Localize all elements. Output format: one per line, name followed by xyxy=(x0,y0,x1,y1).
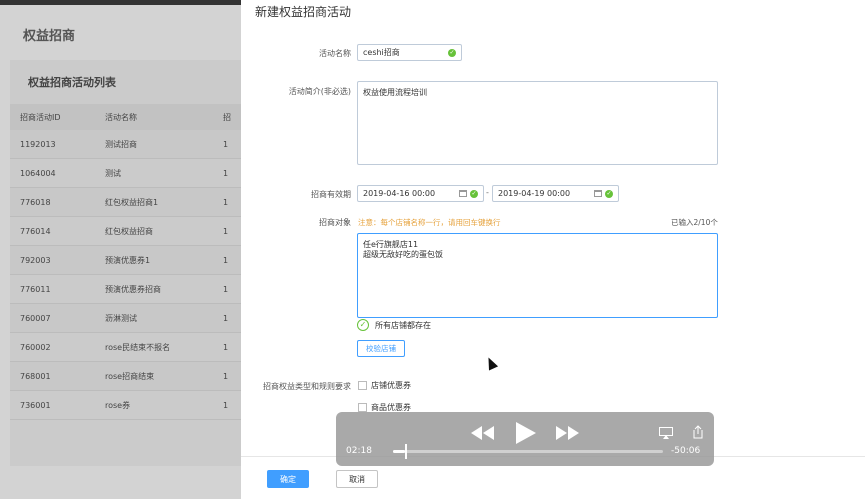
end-date-value: 2019-04-19 00:00 xyxy=(498,189,571,198)
play-icon xyxy=(516,422,536,444)
video-player-overlay: 02:18 -50:06 xyxy=(336,412,714,466)
fast-forward-icon xyxy=(556,426,579,440)
cell-name: 预演优惠券1 xyxy=(105,255,151,265)
share-button[interactable] xyxy=(691,424,705,440)
target-label: 招商对象 xyxy=(319,218,351,227)
end-date-input[interactable]: 2019-04-19 00:00 ✓ xyxy=(492,185,619,202)
remaining-time: -50:06 xyxy=(671,446,701,456)
activity-name-label: 活动名称 xyxy=(319,49,351,58)
activity-name-value: ceshi招商 xyxy=(363,48,400,57)
cell-id: 1192013 xyxy=(20,139,56,149)
cell-name: rose招商结束 xyxy=(105,371,155,381)
target-shops-textarea[interactable]: 任e行旗舰店11 超级无敌好吃的蛋包饭 xyxy=(357,233,718,318)
valid-check-icon: ✓ xyxy=(470,189,478,198)
activity-list-card: 权益招商活动列表 招商活动ID 活动名称 招 1192013 测试招商 1 10640… xyxy=(10,60,241,466)
cell-truncated: 1 xyxy=(223,226,229,236)
cell-name: rose券 xyxy=(105,400,131,410)
activity-table: 招商活动ID 活动名称 招 1192013 测试招商 1 1064004 测试 1 7760… xyxy=(10,104,241,420)
activity-list-title: 权益招商活动列表 xyxy=(28,76,116,89)
airplay-icon xyxy=(659,427,673,439)
cell-truncated: 1 xyxy=(223,139,229,149)
rules-label: 招商权益类型和规则要求 xyxy=(263,382,351,391)
activity-name-input[interactable]: ceshi招商 ✓ xyxy=(357,44,462,61)
cell-truncated: 1 xyxy=(223,313,229,323)
col-header-name: 活动名称 xyxy=(105,112,137,122)
start-date-value: 2019-04-16 00:00 xyxy=(363,189,436,198)
drawer-title: 新建权益招商活动 xyxy=(255,5,352,19)
calendar-icon xyxy=(459,190,467,197)
col-header-truncated: 招 xyxy=(223,112,231,122)
table-row: 792003 预演优惠券1 1 xyxy=(10,246,241,275)
table-row: 760007 沥淋测试 1 xyxy=(10,304,241,333)
rewind-icon xyxy=(471,426,494,440)
play-button[interactable] xyxy=(514,422,538,444)
cell-name: 红包权益招商 xyxy=(105,226,153,236)
cell-id: 1064004 xyxy=(20,168,56,178)
seek-bar[interactable] xyxy=(393,444,663,459)
success-check-icon: ✓ xyxy=(357,319,369,331)
background-page: 权益招商 权益招商活动列表 招商活动ID 活动名称 招 1192013 测试招商 1… xyxy=(0,5,241,499)
cell-truncated: 1 xyxy=(223,284,229,294)
cell-truncated: 1 xyxy=(223,400,229,410)
airplay-button[interactable] xyxy=(658,426,674,440)
option-label: 店铺优惠券 xyxy=(371,381,411,390)
fast-forward-button[interactable] xyxy=(554,424,580,442)
cell-name: 红包权益招商1 xyxy=(105,197,159,207)
bg-page-title: 权益招商 xyxy=(23,29,76,44)
table-row: 760002 rose民结束不报名 1 xyxy=(10,333,241,362)
target-count: 已输入2/10个 xyxy=(671,218,718,227)
cell-name: 测试招商 xyxy=(105,139,137,149)
cell-id: 792003 xyxy=(20,255,51,265)
valid-check-icon: ✓ xyxy=(448,48,456,57)
col-header-id: 招商活动ID xyxy=(20,112,61,122)
share-icon xyxy=(693,425,703,439)
cancel-button[interactable]: 取消 xyxy=(336,470,378,488)
cell-id: 736001 xyxy=(20,400,51,410)
cell-name: 测试 xyxy=(105,168,121,178)
target-note: 注意：每个店铺名称一行，请用回车键换行 xyxy=(358,218,501,227)
date-separator: - xyxy=(486,188,489,197)
table-row: 776018 红包权益招商1 1 xyxy=(10,188,241,217)
cell-id: 776018 xyxy=(20,197,51,207)
cell-id: 760007 xyxy=(20,313,51,323)
start-date-input[interactable]: 2019-04-16 00:00 ✓ xyxy=(357,185,484,202)
valid-check-icon: ✓ xyxy=(605,189,613,198)
shops-exist-status: ✓ 所有店铺都存在 xyxy=(357,319,431,331)
cell-id: 768001 xyxy=(20,371,51,381)
table-row: 736001 rose券 1 xyxy=(10,391,241,420)
period-label: 招商有效期 xyxy=(311,190,351,199)
table-row: 1064004 测试 1 xyxy=(10,159,241,188)
cell-truncated: 1 xyxy=(223,197,229,207)
verify-shops-button[interactable]: 校验店铺 xyxy=(357,340,405,357)
elapsed-time: 02:18 xyxy=(346,446,372,456)
cell-truncated: 1 xyxy=(223,371,229,381)
option-shop-coupon[interactable]: 店铺优惠券 xyxy=(358,380,411,391)
cell-id: 776014 xyxy=(20,226,51,236)
cell-name: rose民结束不报名 xyxy=(105,342,171,352)
table-row: 776014 红包权益招商 1 xyxy=(10,217,241,246)
cell-truncated: 1 xyxy=(223,342,229,352)
cell-truncated: 1 xyxy=(223,255,229,265)
cell-truncated: 1 xyxy=(223,168,229,178)
table-header: 招商活动ID 活动名称 招 xyxy=(10,104,241,130)
cell-name: 预演优惠券招商 xyxy=(105,284,161,294)
rewind-button[interactable] xyxy=(470,424,496,442)
activity-intro-label: 活动简介(非必选) xyxy=(288,87,351,96)
table-row: 776011 预演优惠券招商 1 xyxy=(10,275,241,304)
seek-handle[interactable] xyxy=(405,444,407,459)
checkbox[interactable] xyxy=(358,403,367,412)
table-row: 1192013 测试招商 1 xyxy=(10,130,241,159)
checkbox[interactable] xyxy=(358,381,367,390)
shops-exist-text: 所有店铺都存在 xyxy=(375,320,431,330)
cell-name: 沥淋测试 xyxy=(105,313,137,323)
seek-bar-progress xyxy=(393,450,405,453)
table-row: 768001 rose招商结束 1 xyxy=(10,362,241,391)
cell-id: 776011 xyxy=(20,284,51,294)
calendar-icon xyxy=(594,190,602,197)
cell-id: 760002 xyxy=(20,342,51,352)
activity-intro-textarea[interactable]: 权益使用流程培训 xyxy=(357,81,718,165)
confirm-button[interactable]: 确定 xyxy=(267,470,309,488)
